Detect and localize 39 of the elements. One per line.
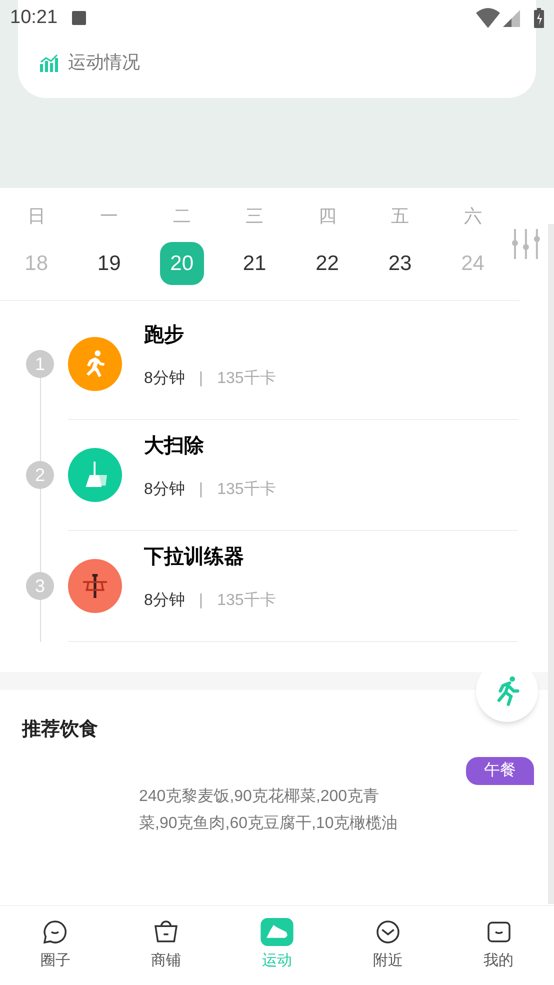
filter-sliders-icon[interactable] [512,229,540,259]
exercise-title: 大扫除 [144,434,205,458]
weekday-label: 六 [464,205,482,228]
exercise-duration: 8分钟 [144,480,185,500]
sneaker-icon [258,918,296,946]
weekday-label: 五 [391,205,410,228]
exercise-calories: 135千卡 [217,368,276,388]
date-button[interactable]: 23 [378,242,422,285]
exercise-duration: 8分钟 [144,368,185,388]
status-time: 10:21 [10,6,58,30]
weekday-label: 二 [172,205,191,228]
chat-bubble-icon [41,918,70,946]
exercise-calories: 135千卡 [217,590,276,610]
exercise-duration: 8分钟 [144,590,185,610]
location-icon [374,918,402,946]
food-list: 240克黎麦饭,90克花椰菜,200克青菜,90克鱼肉,60克豆腐干,10克橄榄油 [139,782,417,836]
separator: | [198,590,204,610]
tab-bar-item[interactable]: 商铺 [110,918,222,973]
running-fab[interactable] [476,660,538,722]
weekday-label: 四 [318,205,336,228]
date-button[interactable]: 21 [232,242,277,285]
date-button[interactable]: 22 [305,242,350,285]
exercise-title: 下拉训练器 [144,544,245,570]
meal-tag: 午餐 [466,757,534,785]
sports-status-link[interactable]: 运动情况 [39,49,140,76]
exercise-title: 跑步 [144,322,185,348]
bar-chart-icon [39,54,59,72]
separator: | [198,480,204,500]
section-title: 推荐饮食 [22,719,98,740]
weekday-label: 日 [27,205,46,228]
tab-bar-item[interactable]: 附近 [332,918,444,973]
tab-bar-item[interactable]: 我的 [443,918,554,973]
separator: | [198,368,204,388]
weekday-label: 三 [246,205,264,228]
tab-bar-item[interactable]: 圈子 [0,918,111,973]
date-button[interactable]: 19 [87,242,132,285]
weekday-label: 一 [100,205,118,228]
wifi-icon [476,8,500,28]
exercise-calories: 135千卡 [217,480,276,500]
